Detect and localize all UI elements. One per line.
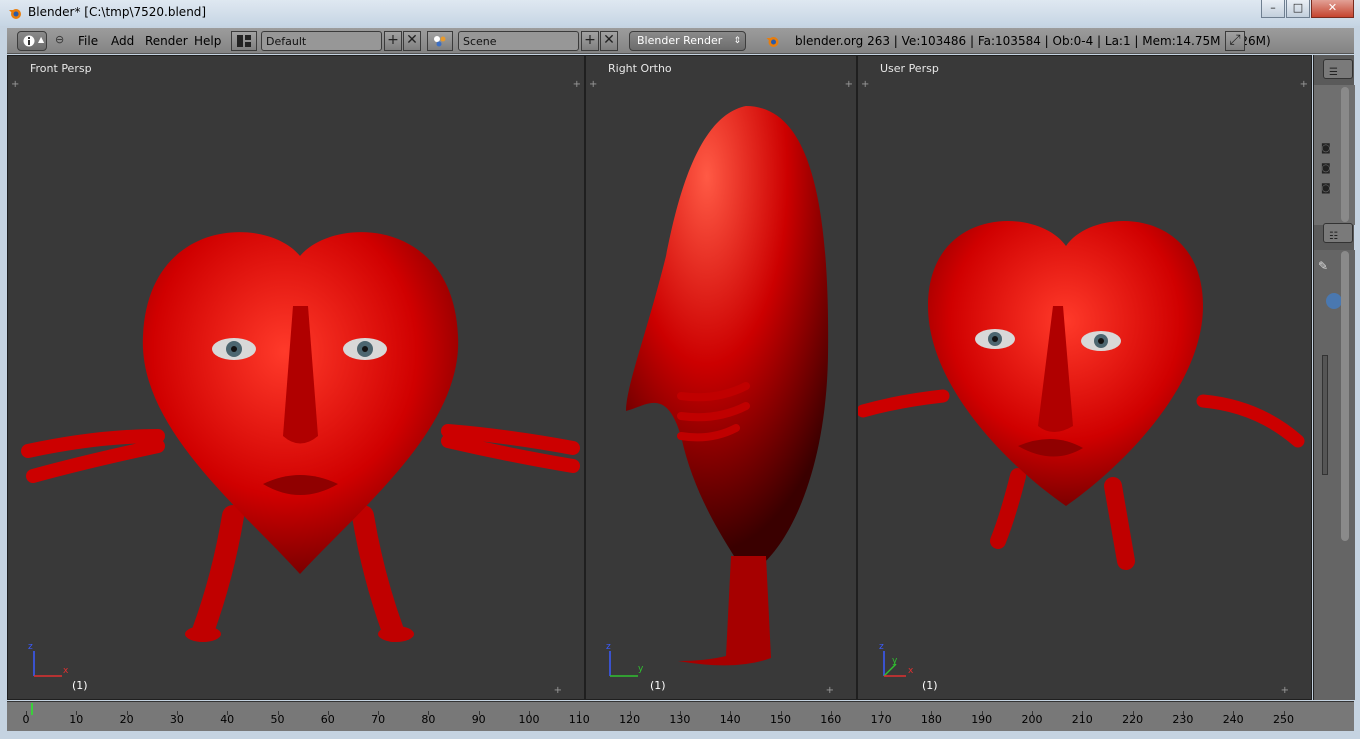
axis-label-z: z: [28, 642, 33, 652]
heart-character-user: [858, 221, 1305, 677]
frame-indicator: (1): [922, 679, 938, 692]
world-icon[interactable]: [1326, 293, 1342, 309]
timeline-tick-label: 70: [371, 713, 386, 726]
fullscreen-toggle-icon[interactable]: ⤢: [1225, 31, 1245, 51]
close-button[interactable]: ✕: [1311, 0, 1354, 18]
timeline-tick-label: 210: [1071, 713, 1093, 726]
properties-scrollbar[interactable]: [1341, 251, 1349, 541]
screen-layout-field[interactable]: Default: [261, 31, 382, 51]
frame-indicator: (1): [72, 679, 88, 692]
timeline-tick-label: 10: [69, 713, 84, 726]
timeline-tick-label: 220: [1122, 713, 1144, 726]
timeline-tick-label: 100: [518, 713, 540, 726]
current-frame-marker[interactable]: [31, 703, 34, 715]
info-header: ▲ ⊖ File Add Render Help Default + ✕ Sce…: [7, 28, 1354, 54]
timeline-tick-label: 110: [568, 713, 590, 726]
add-screen-button[interactable]: +: [384, 31, 402, 51]
timeline-tick-label: 180: [920, 713, 942, 726]
axis-label-y: y: [638, 664, 644, 674]
menu-add[interactable]: Add: [111, 34, 134, 48]
scene-field[interactable]: Scene: [458, 31, 579, 51]
blender-logo-icon: [9, 9, 21, 19]
timeline-tick-label: 240: [1222, 713, 1244, 726]
timeline-tick-label: 80: [421, 713, 436, 726]
timeline-tick-label: 140: [719, 713, 741, 726]
maximize-button[interactable]: □: [1286, 0, 1310, 18]
axis-label-z: z: [606, 642, 611, 652]
scene-icon[interactable]: [427, 31, 453, 51]
timeline-tick-label: 230: [1172, 713, 1194, 726]
dropdown-arrows-icon: ⇕: [733, 36, 741, 46]
delete-screen-button[interactable]: ✕: [403, 31, 421, 51]
properties-type-button[interactable]: ☷: [1323, 223, 1353, 243]
axis-label-z: z: [879, 642, 884, 652]
pin-icon[interactable]: ✎: [1318, 259, 1328, 273]
menu-help[interactable]: Help: [194, 34, 221, 48]
properties-icon: ☷: [1329, 231, 1338, 242]
window-titlebar[interactable]: Blender* [C:\tmp\7520.blend] – □ ✕: [0, 0, 1360, 26]
render-engine-value: Blender Render: [637, 34, 723, 47]
timeline-tick-label: 120: [619, 713, 641, 726]
timeline-tick-label: 40: [220, 713, 235, 726]
timeline-tick-label: 60: [320, 713, 335, 726]
timeline-tick-label: 20: [119, 713, 134, 726]
properties-side-panel: ☰ ◙ ◙ ◙ ☷ ✎: [1313, 55, 1355, 700]
collapse-menu-icon[interactable]: ⊖: [55, 33, 64, 46]
heart-character-side: [609, 106, 829, 677]
scene-stats: blender.org 263 | Ve:103486 | Fa:103584 …: [795, 34, 1271, 48]
timeline-tick-label: 190: [971, 713, 993, 726]
properties-scroll-track[interactable]: [1322, 355, 1328, 475]
delete-scene-button[interactable]: ✕: [600, 31, 618, 51]
timeline-tick-label: 50: [270, 713, 285, 726]
timeline-tick-label: 170: [870, 713, 892, 726]
outliner-icon: ☰: [1329, 67, 1338, 78]
axis-label-x: x: [63, 666, 69, 676]
updown-icon: ▲: [38, 35, 45, 44]
timeline-tick-label: 250: [1273, 713, 1294, 726]
timeline-tick-label: 0: [22, 713, 30, 726]
viewport-user-persp[interactable]: User Persp + + + z y x (1): [857, 55, 1312, 700]
minimize-button[interactable]: –: [1261, 0, 1285, 18]
timeline-tick-label: 30: [169, 713, 184, 726]
timeline-ruler[interactable]: 0 10 20 30 40 50 60 70 80 90 100 110 120 130 140 150 160…: [7, 703, 1307, 729]
add-scene-button[interactable]: +: [581, 31, 599, 51]
frame-indicator: (1): [650, 679, 666, 692]
viewport-right-ortho[interactable]: Right Ortho + + + z y (1): [585, 55, 857, 700]
axis-label-y: y: [892, 656, 898, 666]
timeline-tick-label: 160: [820, 713, 842, 726]
menu-render[interactable]: Render: [145, 34, 188, 48]
timeline-tick-label: 90: [471, 713, 486, 726]
camera-icons[interactable]: ◙ ◙ ◙: [1321, 139, 1331, 199]
outliner-type-button[interactable]: ☰: [1323, 59, 1353, 79]
timeline-tick-label: 200: [1021, 713, 1043, 726]
menu-file[interactable]: File: [78, 34, 98, 48]
timeline-tick-label: 150: [770, 713, 791, 726]
viewport-front-persp[interactable]: Front Persp + + + z x (1): [7, 55, 585, 700]
timeline-tick-label: 130: [669, 713, 691, 726]
window-title: Blender* [C:\tmp\7520.blend]: [28, 5, 207, 19]
render-engine-dropdown[interactable]: Blender Render ⇕: [629, 31, 746, 51]
outliner-scrollbar[interactable]: [1341, 87, 1349, 222]
heart-character-front: [21, 232, 580, 677]
axis-gizmo-icon: [33, 651, 62, 677]
editor-type-info-button[interactable]: ▲: [17, 31, 47, 51]
screen-layout-icon[interactable]: [231, 31, 257, 51]
axis-label-x: x: [908, 666, 914, 676]
axis-gizmo-icon: [609, 651, 638, 677]
blender-logo-icon: [766, 37, 779, 47]
info-icon: [23, 35, 35, 47]
